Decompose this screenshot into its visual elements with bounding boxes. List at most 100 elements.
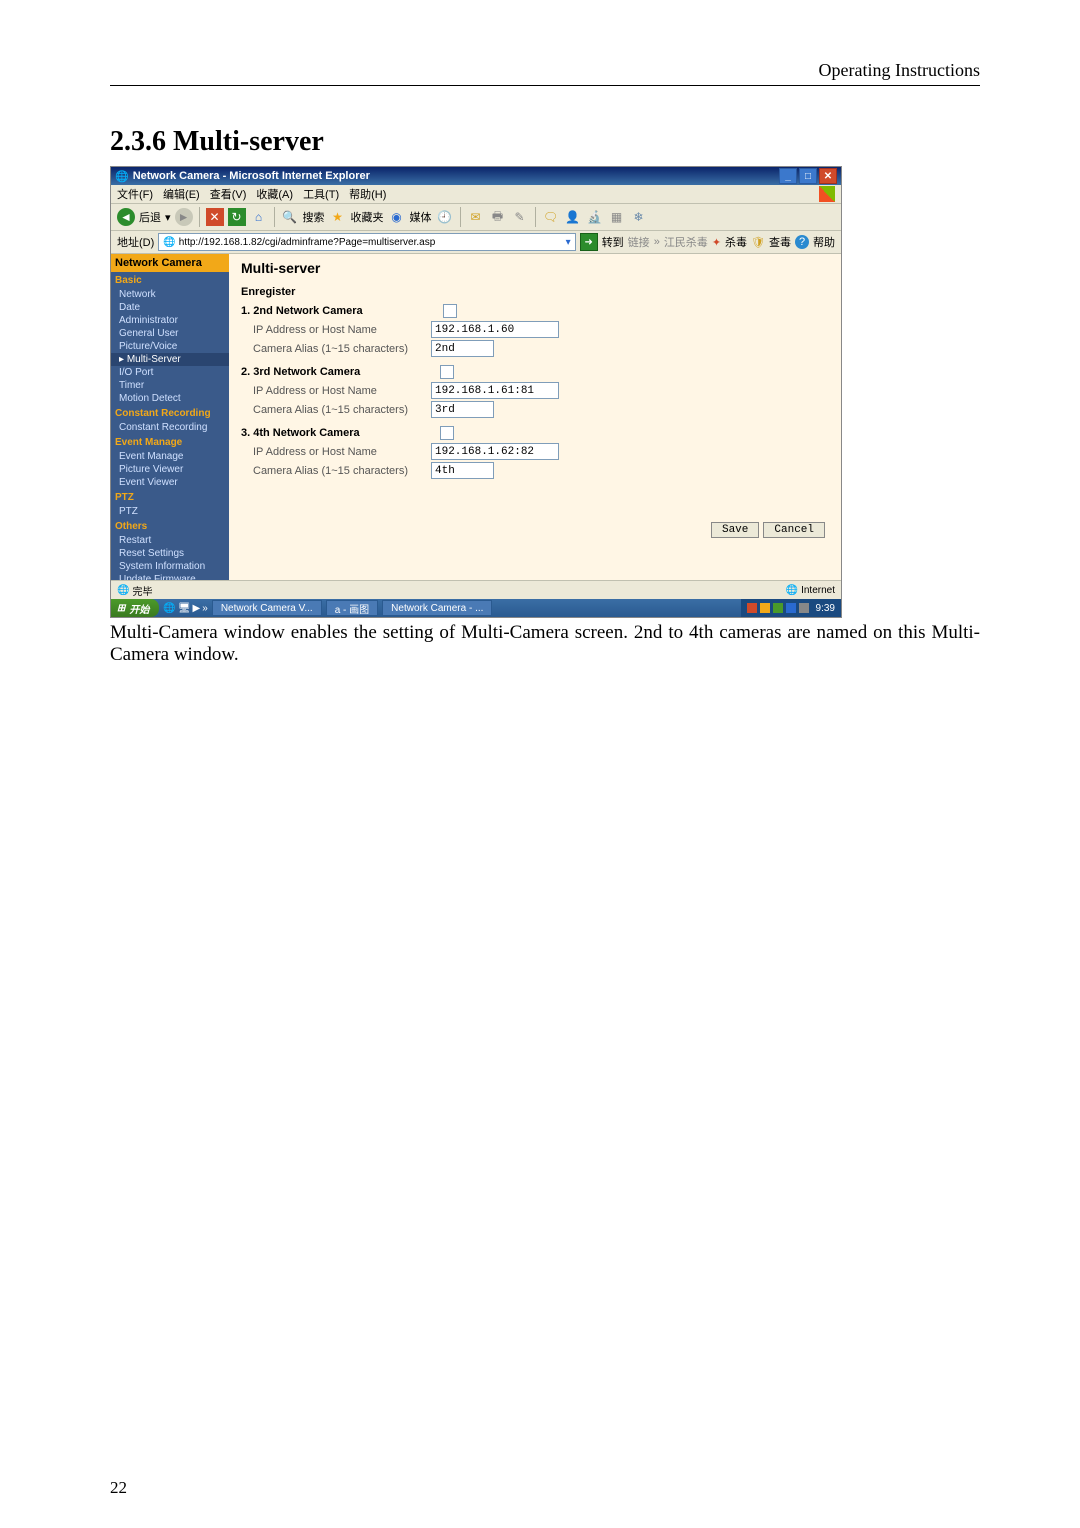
sidebar-item-ptz[interactable]: PTZ <box>111 505 229 518</box>
refresh-button[interactable]: ↻ <box>228 208 246 226</box>
discuss-icon[interactable]: 🗨 <box>542 208 560 226</box>
sidebar-item-system-information[interactable]: System Information <box>111 560 229 573</box>
sidebar-item-timer[interactable]: Timer <box>111 379 229 392</box>
sidebar-item-administrator[interactable]: Administrator <box>111 314 229 327</box>
tray-clock: 9:39 <box>816 603 835 614</box>
extra-link-1[interactable]: 江民杀毒 <box>664 234 708 250</box>
quicklaunch-media-icon[interactable]: ▶ <box>193 603 201 614</box>
back-dropdown-icon[interactable]: ▾ <box>165 211 171 224</box>
search-icon[interactable]: 🔍 <box>281 208 299 226</box>
address-label: 地址(D) <box>117 234 154 250</box>
sidebar: Network Camera Basic Network Date Admini… <box>111 254 229 602</box>
sidebar-item-general-user[interactable]: General User <box>111 327 229 340</box>
camera-4th-ip-label: IP Address or Host Name <box>253 446 423 458</box>
go-button[interactable]: ➜ <box>580 233 598 251</box>
camera-2nd-ip-label: IP Address or Host Name <box>253 324 423 336</box>
menu-view[interactable]: 查看(V) <box>210 186 247 202</box>
menu-favorites[interactable]: 收藏(A) <box>256 186 293 202</box>
camera-2nd-heading: 1. 2nd Network Camera <box>241 305 363 317</box>
menu-help[interactable]: 帮助(H) <box>349 186 386 202</box>
mail-icon[interactable]: ✉ <box>467 208 485 226</box>
taskbar-task-3[interactable]: Network Camera - ... <box>382 600 492 616</box>
home-button[interactable]: ⌂ <box>250 208 268 226</box>
sidebar-item-reset-settings[interactable]: Reset Settings <box>111 547 229 560</box>
camera-3rd-alias-input[interactable] <box>431 401 494 418</box>
sidebar-item-motion-detect[interactable]: Motion Detect <box>111 392 229 405</box>
system-tray: 9:39 <box>741 599 841 617</box>
media-label[interactable]: 媒体 <box>410 209 432 225</box>
cancel-button[interactable]: Cancel <box>763 522 825 538</box>
research-icon[interactable]: 🔬 <box>586 208 604 226</box>
close-button[interactable]: ✕ <box>819 168 837 184</box>
camera-4th-alias-input[interactable] <box>431 462 494 479</box>
favorites-icon[interactable]: ★ <box>329 208 347 226</box>
menu-tools[interactable]: 工具(T) <box>303 186 339 202</box>
camera-3rd-checkbox[interactable] <box>440 365 454 379</box>
tray-icon-4[interactable] <box>786 603 796 613</box>
tray-icon-1[interactable] <box>747 603 757 613</box>
favorites-label[interactable]: 收藏夹 <box>351 209 384 225</box>
camera-2nd-ip-input[interactable] <box>431 321 559 338</box>
taskbar-task-2[interactable]: a - 画图 <box>326 600 378 616</box>
history-icon[interactable]: 🕘 <box>436 208 454 226</box>
quicklaunch-desktop-icon[interactable]: 🖥 <box>178 603 191 614</box>
camera-3rd-ip-label: IP Address or Host Name <box>253 385 423 397</box>
av-icon[interactable]: ✦ <box>712 236 721 249</box>
back-label[interactable]: 后退 <box>139 209 161 225</box>
address-bar: 地址(D) 🌐 http://192.168.1.82/cgi/adminfra… <box>111 231 841 254</box>
maximize-button[interactable]: □ <box>799 168 817 184</box>
forward-button[interactable]: ► <box>175 208 193 226</box>
messenger-icon[interactable]: 👤 <box>564 208 582 226</box>
extra-link-3[interactable]: 查毒 <box>769 234 791 250</box>
page-number: 22 <box>110 1478 127 1498</box>
extra-icon-2[interactable]: ❄ <box>630 208 648 226</box>
doc-header: Operating Instructions <box>110 60 980 86</box>
camera-4th-checkbox[interactable] <box>440 426 454 440</box>
sidebar-item-date[interactable]: Date <box>111 301 229 314</box>
extra-link-4[interactable]: 帮助 <box>813 234 835 250</box>
help-icon[interactable]: ? <box>795 235 809 249</box>
search-label[interactable]: 搜索 <box>303 209 325 225</box>
camera-4th-alias-label: Camera Alias (1~15 characters) <box>253 465 423 477</box>
quicklaunch-chevron[interactable]: » <box>202 603 208 614</box>
tray-icon-5[interactable] <box>799 603 809 613</box>
extra-icon-1[interactable]: ▦ <box>608 208 626 226</box>
sidebar-item-multi-server[interactable]: ▸ Multi-Server <box>111 353 229 366</box>
sidebar-item-picture-viewer[interactable]: Picture Viewer <box>111 463 229 476</box>
print-icon[interactable]: 🖶 <box>489 208 507 226</box>
camera-3rd-ip-input[interactable] <box>431 382 559 399</box>
sidebar-item-constant-recording[interactable]: Constant Recording <box>111 421 229 434</box>
main-panel: Multi-server Enregister 1. 2nd Network C… <box>229 254 841 602</box>
back-button[interactable]: ◄ <box>117 208 135 226</box>
sidebar-item-restart[interactable]: Restart <box>111 534 229 547</box>
extra-link-2[interactable]: 杀毒 <box>725 234 747 250</box>
address-input[interactable]: 🌐 http://192.168.1.82/cgi/adminframe?Pag… <box>158 233 575 251</box>
taskbar-task-1[interactable]: Network Camera V... <box>212 600 322 616</box>
quicklaunch-ie-icon[interactable]: 🌐 <box>163 603 175 614</box>
edit-icon[interactable]: ✎ <box>511 208 529 226</box>
start-button[interactable]: ⊞ 开始 <box>111 599 159 617</box>
camera-4th-ip-input[interactable] <box>431 443 559 460</box>
go-label[interactable]: 转到 <box>602 234 624 250</box>
camera-2nd-checkbox[interactable] <box>443 304 457 318</box>
taskbar: ⊞ 开始 🌐 🖥 ▶ » Network Camera V... a - 画图 … <box>111 599 841 617</box>
stop-button[interactable]: ✕ <box>206 208 224 226</box>
links-chevron[interactable]: » <box>654 236 660 248</box>
sidebar-item-io-port[interactable]: I/O Port <box>111 366 229 379</box>
menu-edit[interactable]: 编辑(E) <box>163 186 200 202</box>
media-icon[interactable]: ◉ <box>388 208 406 226</box>
camera-2nd-alias-input[interactable] <box>431 340 494 357</box>
tray-icon-2[interactable] <box>760 603 770 613</box>
save-button[interactable]: Save <box>711 522 759 538</box>
menu-file[interactable]: 文件(F) <box>117 186 153 202</box>
links-label: 链接 <box>628 234 650 250</box>
address-dropdown-icon[interactable]: ▾ <box>566 237 571 248</box>
minimize-button[interactable]: _ <box>779 168 797 184</box>
sidebar-item-event-manage[interactable]: Event Manage <box>111 450 229 463</box>
panel-title: Multi-server <box>241 260 829 276</box>
sidebar-item-event-viewer[interactable]: Event Viewer <box>111 476 229 489</box>
scan-icon[interactable]: 🛡 <box>751 236 765 249</box>
tray-icon-3[interactable] <box>773 603 783 613</box>
sidebar-item-network[interactable]: Network <box>111 288 229 301</box>
sidebar-item-picture-voice[interactable]: Picture/Voice <box>111 340 229 353</box>
